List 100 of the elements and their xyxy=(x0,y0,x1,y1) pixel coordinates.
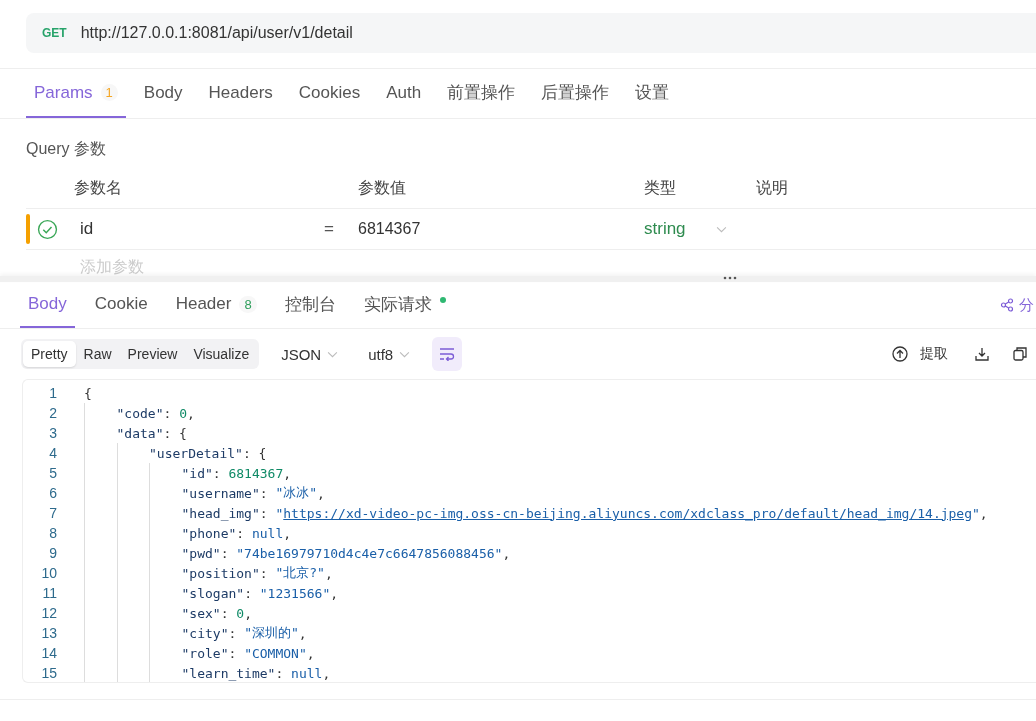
view-mode-tab[interactable]: Raw xyxy=(75,341,120,367)
request-tab[interactable]: Headers xyxy=(200,69,281,118)
caret-icon xyxy=(399,350,411,358)
json-punctuation: : xyxy=(236,525,246,541)
json-number: 0 xyxy=(236,605,245,621)
json-key: "id" xyxy=(181,465,213,481)
json-punctuation: , xyxy=(186,405,195,421)
json-key: "username" xyxy=(181,485,260,501)
request-url: http://127.0.0.1:8081/api/user/v1/detail xyxy=(80,24,353,42)
json-punctuation: , xyxy=(324,565,333,581)
copy-icon[interactable] xyxy=(1012,346,1028,362)
line-number: 11 xyxy=(41,585,57,601)
line-number: 7 xyxy=(48,505,57,521)
json-key: "city" xyxy=(181,625,229,641)
line-number: 12 xyxy=(40,605,57,621)
check-icon[interactable] xyxy=(37,218,58,240)
param-name[interactable]: id = xyxy=(74,219,358,239)
wrap-lines-icon xyxy=(439,347,456,361)
wrap-button[interactable] xyxy=(432,337,463,371)
json-string: " xyxy=(275,505,284,521)
json-punctuation: , xyxy=(283,525,292,541)
equals-sign: = xyxy=(324,219,334,239)
line-number: 6 xyxy=(48,485,57,501)
response-tab[interactable]: 实际请求 xyxy=(355,282,454,328)
json-punctuation: : xyxy=(244,585,253,601)
json-key: "code" xyxy=(116,405,164,421)
json-punctuation: , xyxy=(502,545,511,561)
encoding-select[interactable]: utf8 xyxy=(360,345,419,363)
json-string: "北京?" xyxy=(275,564,325,582)
json-key: "position" xyxy=(181,565,260,581)
line-number: 3 xyxy=(48,425,57,441)
column-header: 说明 xyxy=(756,177,789,198)
json-key: "sex" xyxy=(181,605,221,621)
format-select[interactable]: JSON xyxy=(273,345,347,363)
response-tab[interactable]: Header 8 xyxy=(167,282,265,328)
json-key: "head_img" xyxy=(181,505,260,521)
request-tab[interactable]: Body xyxy=(135,69,191,118)
line-number: 4 xyxy=(48,445,57,461)
request-tab[interactable]: Cookies xyxy=(290,69,369,118)
json-key: "slogan" xyxy=(181,585,245,601)
download-icon[interactable] xyxy=(974,346,990,362)
json-punctuation: : xyxy=(259,485,269,501)
request-tab[interactable]: Params 1 xyxy=(26,69,126,118)
type-select[interactable]: string xyxy=(644,219,756,239)
line-number: 5 xyxy=(48,465,57,481)
line-number: 9 xyxy=(48,545,57,561)
caret-icon xyxy=(327,350,339,358)
json-punctuation: : xyxy=(228,625,238,641)
url-bar[interactable]: GET http://127.0.0.1:8081/api/user/v1/detail xyxy=(26,13,1036,53)
json-string: "深圳的" xyxy=(244,624,299,642)
request-tab[interactable]: 设置 xyxy=(627,69,678,118)
line-number: 1 xyxy=(48,385,57,401)
json-punctuation: { xyxy=(84,385,92,401)
request-tab[interactable]: 后置操作 xyxy=(533,69,618,118)
json-punctuation: : xyxy=(212,465,222,481)
request-tab[interactable]: 前置操作 xyxy=(439,69,524,118)
json-string: "COMMON" xyxy=(244,645,307,661)
json-punctuation: : xyxy=(220,545,230,561)
view-mode-tab[interactable]: Pretty xyxy=(23,341,76,367)
json-key: "learn_time" xyxy=(181,665,276,681)
json-null: null xyxy=(291,665,323,681)
json-punctuation: , xyxy=(244,605,252,621)
column-header: 参数值 xyxy=(358,177,407,198)
json-key: "phone" xyxy=(181,525,237,541)
json-string: " xyxy=(972,505,980,521)
line-number: 10 xyxy=(40,565,57,581)
section-title: Query 参数 xyxy=(25,139,107,159)
view-mode-tab[interactable]: Preview xyxy=(119,341,186,367)
request-tab[interactable]: Auth xyxy=(378,69,430,118)
line-number: 14 xyxy=(40,645,57,661)
json-string: "74be16979710d4c4e7c6647856088456" xyxy=(236,545,503,561)
response-tab[interactable]: 控制台 xyxy=(276,282,344,328)
line-number: 8 xyxy=(48,525,57,541)
line-number: 15 xyxy=(40,665,57,681)
json-number: 0 xyxy=(179,405,187,421)
json-null: null xyxy=(251,525,284,541)
json-punctuation: : { xyxy=(242,445,267,461)
column-header: 类型 xyxy=(644,177,677,198)
json-punctuation: , xyxy=(330,585,339,601)
json-punctuation: , xyxy=(283,465,292,481)
extract-button[interactable]: 提取 xyxy=(892,345,948,363)
response-tab[interactable]: Cookie xyxy=(86,282,156,328)
row-marker xyxy=(26,214,30,244)
json-punctuation: : xyxy=(163,405,173,421)
upload-circle-icon xyxy=(892,346,908,362)
response-tab[interactable]: Body xyxy=(20,282,75,328)
json-key: "userDetail" xyxy=(149,445,243,461)
json-key: "data" xyxy=(116,425,164,441)
column-header: 参数名 xyxy=(74,177,123,198)
drag-handle-icon[interactable] xyxy=(723,276,737,280)
share-button[interactable]: 分 xyxy=(1000,282,1034,328)
json-punctuation: , xyxy=(298,625,307,641)
http-method: GET xyxy=(42,26,67,40)
json-punctuation: : xyxy=(259,505,269,521)
json-punctuation: : { xyxy=(163,425,187,441)
json-link[interactable]: https://xd-video-pc-img.oss-cn-beijing.aliyuncs.com/xdclass_pro/default/head_img/14.jpeg xyxy=(283,505,972,521)
view-mode-tab[interactable]: Visualize xyxy=(185,341,258,367)
json-punctuation: : xyxy=(259,565,269,581)
json-string: "冰冰" xyxy=(275,484,318,502)
param-value[interactable]: 6814367 xyxy=(358,220,644,238)
